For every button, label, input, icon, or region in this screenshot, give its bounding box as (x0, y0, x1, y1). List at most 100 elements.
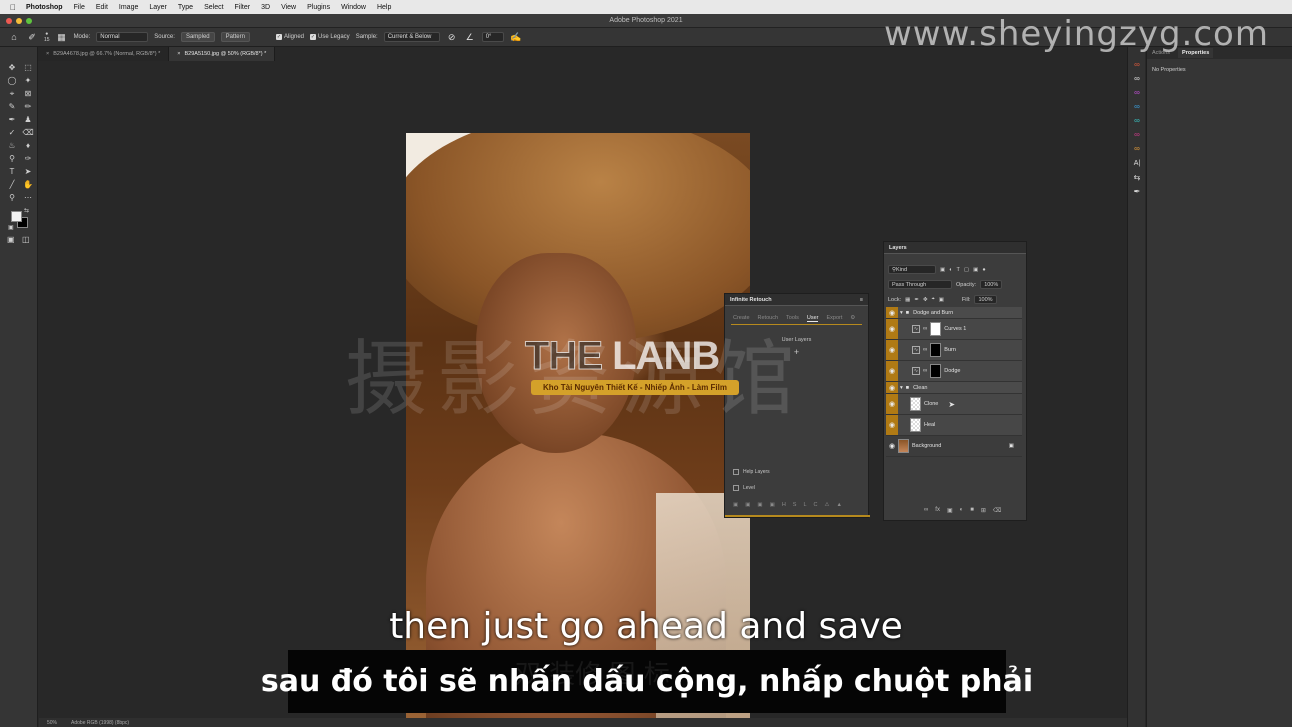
layer-row[interactable]: ◉ Background ▣ (886, 436, 1022, 457)
dodge-tool-icon[interactable]: ⚲ (5, 152, 19, 165)
gear-icon[interactable]: ⚙ (850, 315, 855, 322)
menu-type[interactable]: Type (178, 4, 193, 11)
eye-icon[interactable]: ◉ (886, 307, 898, 318)
link-icon[interactable]: ∞ (923, 368, 927, 374)
character-panel-icon[interactable]: A| (1131, 158, 1143, 169)
footer-icon-1[interactable]: ▣ (733, 502, 738, 508)
kind-filter-select[interactable]: ⚲ Kind (888, 265, 936, 274)
menu-file[interactable]: File (74, 4, 85, 11)
pen-tool-icon[interactable]: ✑ (21, 152, 35, 165)
brush-settings-icon[interactable]: ▦ (56, 31, 68, 43)
layer-row[interactable]: ◉ ∿ ∞ Curves 1 (886, 319, 1022, 340)
infinite-color-icon[interactable]: ∞ (1131, 59, 1143, 70)
filter-adjustment-icon[interactable]: ◐ (949, 267, 952, 273)
add-mask-icon[interactable]: ▣ (947, 507, 953, 514)
trash-icon[interactable]: ⌫ (993, 507, 1001, 514)
filter-type-icon[interactable]: T (957, 267, 960, 273)
frame-tool-icon[interactable]: ⊠ (21, 87, 35, 100)
eye-icon[interactable]: ◉ (886, 319, 898, 339)
layer-row[interactable]: ◉ ▾ ■ Clean (886, 382, 1022, 394)
infinite-light-icon[interactable]: ∞ (1131, 101, 1143, 112)
filter-toggle-icon[interactable]: ● (982, 267, 985, 273)
use-legacy-checkbox[interactable]: ✓ Use Legacy (310, 34, 350, 40)
blur-tool-icon[interactable]: ♦ (21, 139, 35, 152)
close-icon[interactable]: × (177, 51, 180, 57)
infinite-skin-icon[interactable]: ∞ (1131, 143, 1143, 154)
path-selection-tool-icon[interactable]: ➤ (21, 165, 35, 178)
source-pattern-button[interactable]: Pattern (220, 32, 250, 42)
layer-thumbnail[interactable] (910, 418, 921, 432)
line-tool-icon[interactable]: ╱ (5, 178, 19, 191)
menu-view[interactable]: View (281, 4, 296, 11)
sample-select[interactable]: Current & Below (383, 32, 440, 42)
menu-edit[interactable]: Edit (96, 4, 108, 11)
screen-mode-icon[interactable]: ◫ (22, 235, 30, 244)
layer-row[interactable]: ◉ ∿ ∞ Dodge (886, 361, 1022, 382)
eyedropper-tool-icon[interactable]: ✎ (5, 100, 19, 113)
triangle-icon[interactable]: ▲ (836, 502, 841, 508)
link-icon[interactable]: ∞ (923, 326, 927, 332)
mode-select[interactable]: Normal (96, 32, 149, 42)
footer-icon-2[interactable]: ▣ (745, 502, 750, 508)
retouch-panel-header[interactable]: Infinite Retouch ≡ (725, 294, 868, 306)
crop-tool-icon[interactable]: ⌖ (5, 87, 19, 100)
layer-mask-thumbnail[interactable] (930, 343, 942, 357)
close-icon[interactable]: × (46, 51, 49, 57)
menu-window[interactable]: Window (341, 4, 366, 11)
more-tools-icon[interactable]: ⋯ (21, 191, 35, 204)
layer-row[interactable]: ◉ ▾ ■ Dodge and Burn (886, 307, 1022, 319)
swap-colors-icon[interactable]: ⇆ (24, 207, 29, 214)
menu-filter[interactable]: Filter (235, 4, 251, 11)
footer-c[interactable]: C (814, 502, 818, 508)
level-checkbox[interactable]: Level (733, 485, 755, 491)
brush-settings-icon[interactable]: ✒ (1131, 186, 1143, 197)
new-adjustment-icon[interactable]: ◐ (960, 507, 964, 514)
infinite-retouch-icon[interactable]: ∞ (1131, 129, 1143, 140)
footer-l[interactable]: L (803, 502, 806, 508)
help-layers-checkbox[interactable]: Help Layers (733, 469, 770, 475)
default-colors-icon[interactable]: ▣ (8, 224, 14, 231)
healing-brush-tool-icon[interactable]: ✏ (21, 100, 35, 113)
doc-tab-2[interactable]: × B29A5150.jpg @ 50% (RGB/8*) * (169, 47, 276, 61)
menu-select[interactable]: Select (204, 4, 223, 11)
eye-icon[interactable]: ◉ (886, 361, 898, 381)
warning-icon[interactable]: ⚠ (825, 502, 830, 508)
lock-all-icon[interactable]: ▣ (939, 297, 944, 303)
eye-icon[interactable]: ◉ (886, 436, 898, 456)
layer-mask-thumbnail[interactable] (930, 364, 942, 378)
paint-bucket-tool-icon[interactable]: ♨ (5, 139, 19, 152)
ignore-adjustment-layers-icon[interactable]: ⊘ (446, 31, 458, 43)
menu-image[interactable]: Image (119, 4, 138, 11)
menu-3d[interactable]: 3D (261, 4, 270, 11)
eye-icon[interactable]: ◉ (886, 394, 898, 414)
lock-position-icon[interactable]: ✥ (923, 297, 928, 303)
fill-input[interactable]: 100% (974, 295, 997, 304)
color-profile[interactable]: Adobe RGB (1998) (8bpc) (71, 720, 129, 726)
filter-smart-icon[interactable]: ▣ (973, 267, 978, 273)
opacity-input[interactable]: 100% (980, 280, 1003, 289)
filter-pixel-icon[interactable]: ▣ (940, 267, 945, 273)
chevron-down-icon[interactable]: ▾ (900, 385, 903, 391)
layer-mask-thumbnail[interactable] (930, 322, 942, 336)
retouch-tab-export[interactable]: Export (826, 315, 842, 322)
paragraph-panel-icon[interactable]: ⇆ (1131, 172, 1143, 183)
marquee-tool-icon[interactable]: ⬚ (21, 61, 35, 74)
layer-row[interactable]: ◉ Heal (886, 415, 1022, 436)
apple-icon[interactable]:  (10, 3, 16, 12)
lock-artboard-icon[interactable]: ⌖ (932, 296, 935, 303)
layer-thumbnail[interactable] (898, 439, 909, 453)
menu-plugins[interactable]: Plugins (307, 4, 330, 11)
quick-mask-icon[interactable]: ▣ (7, 235, 15, 244)
layers-panel-header[interactable]: Layers (884, 242, 1026, 254)
new-layer-icon[interactable]: ⊞ (981, 507, 986, 514)
aligned-checkbox[interactable]: ✓ Aligned (275, 34, 304, 40)
infinite-glow-icon[interactable]: ∞ (1131, 87, 1143, 98)
type-tool-icon[interactable]: T (5, 165, 19, 178)
history-brush-tool-icon[interactable]: ✓ (5, 126, 19, 139)
new-group-icon[interactable]: ■ (970, 507, 974, 514)
move-tool-icon[interactable]: ✥ (5, 61, 19, 74)
lock-transparency-icon[interactable]: ▦ (905, 297, 910, 303)
layer-row[interactable]: ◉ Clone ➤ (886, 394, 1022, 415)
healing-brush-tool-icon[interactable]: ✐ (26, 31, 38, 43)
link-icon[interactable]: ∞ (923, 347, 927, 353)
